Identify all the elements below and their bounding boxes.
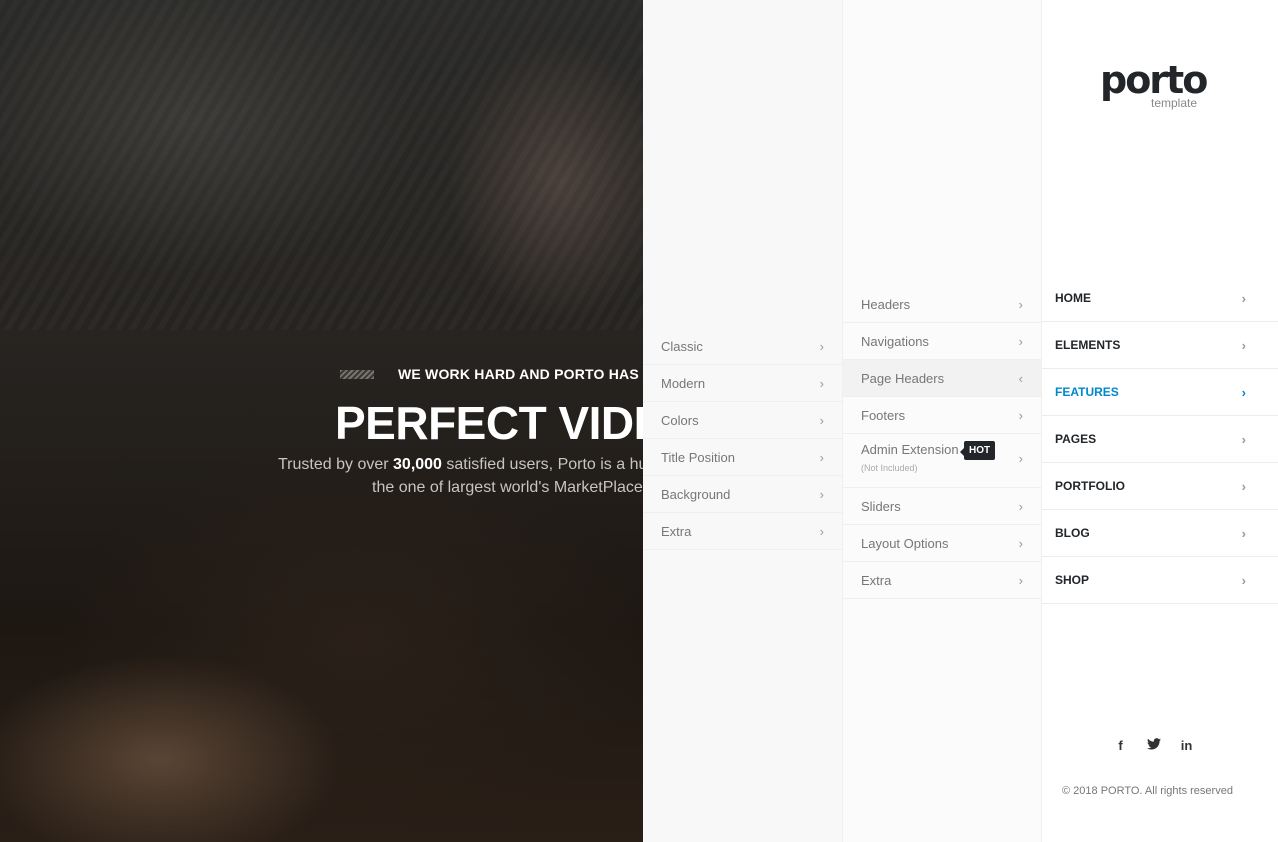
- submenu-level3-list: Classic › Modern › Colors › Title Position ›…: [643, 328, 842, 550]
- menu-item-label-wrap: Admin Extension (Not Included): [861, 442, 959, 473]
- menu-item-label: Layout Options: [861, 535, 949, 551]
- chevron-right-icon: ›: [1241, 290, 1246, 306]
- tagline-post: satisfied users, Porto is a hu: [446, 456, 648, 473]
- menu-item-label: PAGES: [1055, 432, 1097, 446]
- decorative-stripe-icon: [340, 369, 374, 379]
- menu-item-label: Classic: [661, 338, 703, 354]
- submenu-item-sliders[interactable]: Sliders ›: [843, 488, 1041, 525]
- menu-item-label: Admin Extension: [861, 442, 959, 457]
- menu-item-label: Colors: [661, 412, 699, 428]
- chevron-right-icon: ›: [819, 412, 824, 428]
- facebook-icon[interactable]: f: [1112, 738, 1129, 753]
- menu-item-label: Page Headers: [861, 370, 945, 386]
- menu-item-portfolio[interactable]: PORTFOLIO ›: [1042, 463, 1278, 510]
- submenu-item-admin-extension[interactable]: Admin Extension (Not Included) HOT ›: [843, 434, 1041, 488]
- menu-item-label: Navigations: [861, 333, 929, 349]
- chevron-right-icon: ›: [1018, 572, 1023, 588]
- menu-item-label: Modern: [661, 375, 706, 391]
- menu-item-label: Footers: [861, 407, 906, 423]
- menu-item-label: ELEMENTS: [1055, 338, 1121, 352]
- menu-item-elements[interactable]: ELEMENTS ›: [1042, 322, 1278, 369]
- hero-content: WE WORK HARD AND PORTO HAS PERFECT VIDEO…: [0, 0, 700, 842]
- tagline-line2: the one of largest world's MarketPlace: [372, 479, 643, 496]
- menu-item-home[interactable]: HOME ›: [1042, 275, 1278, 322]
- menu-item-label: HOME: [1055, 291, 1091, 305]
- chevron-right-icon: ›: [1018, 407, 1023, 423]
- main-menu-list: HOME › ELEMENTS › FEATURES › PAGES › PORTFOL…: [1042, 275, 1278, 604]
- chevron-right-icon: ›: [1018, 535, 1023, 551]
- submenu-item-navigations[interactable]: Navigations ›: [843, 323, 1041, 360]
- social-links: f in: [1112, 738, 1195, 753]
- submenu-level3-panel: Classic › Modern › Colors › Title Position ›…: [643, 0, 843, 842]
- submenu-item-extra[interactable]: Extra ›: [843, 562, 1041, 599]
- submenu-item-extra[interactable]: Extra ›: [643, 513, 842, 550]
- submenu-item-colors[interactable]: Colors ›: [643, 402, 842, 439]
- chevron-right-icon: ›: [1241, 431, 1246, 447]
- submenu-item-classic[interactable]: Classic ›: [643, 328, 842, 365]
- submenu-item-background[interactable]: Background ›: [643, 476, 842, 513]
- submenu-level2-panel: Headers › Navigations › Page Headers ‹ Foot…: [843, 0, 1042, 842]
- tagline-count: 30,000: [393, 456, 442, 473]
- chevron-right-icon: ›: [1241, 525, 1246, 541]
- chevron-left-icon: ‹: [1018, 370, 1023, 386]
- menu-item-label: Extra: [861, 572, 892, 588]
- chevron-right-icon: ›: [1241, 384, 1246, 400]
- menu-item-shop[interactable]: SHOP ›: [1042, 557, 1278, 604]
- submenu-item-headers[interactable]: Headers ›: [843, 286, 1041, 323]
- submenu-item-footers[interactable]: Footers ›: [843, 397, 1041, 434]
- submenu-item-modern[interactable]: Modern ›: [643, 365, 842, 402]
- chevron-right-icon: ›: [1018, 333, 1023, 349]
- menu-item-label: Background: [661, 486, 731, 502]
- chevron-right-icon: ›: [1241, 337, 1246, 353]
- chevron-right-icon: ›: [819, 449, 824, 465]
- porto-logo[interactable]: porto template: [1100, 60, 1210, 110]
- hot-badge: HOT: [959, 441, 996, 460]
- menu-item-label: BLOG: [1055, 526, 1090, 540]
- logo-text: porto: [1100, 58, 1208, 102]
- submenu-item-title-position[interactable]: Title Position ›: [643, 439, 842, 476]
- submenu-item-page-headers[interactable]: Page Headers ‹: [843, 360, 1041, 397]
- menu-item-label: Title Position: [661, 449, 735, 465]
- menu-item-blog[interactable]: BLOG ›: [1042, 510, 1278, 557]
- chevron-right-icon: ›: [1241, 478, 1246, 494]
- chevron-right-icon: ›: [1241, 572, 1246, 588]
- menu-item-label: PORTFOLIO: [1055, 479, 1125, 493]
- copyright-text: © 2018 PORTO. All rights reserved: [1062, 785, 1233, 797]
- chevron-right-icon: ›: [1018, 451, 1023, 466]
- menu-item-label: Headers: [861, 296, 911, 312]
- chevron-right-icon: ›: [1018, 498, 1023, 514]
- chevron-right-icon: ›: [819, 486, 824, 502]
- twitter-icon[interactable]: [1145, 738, 1162, 753]
- menu-item-label: SHOP: [1055, 573, 1090, 587]
- menu-item-label: FEATURES: [1055, 385, 1119, 399]
- main-side-menu: HOME › ELEMENTS › FEATURES › PAGES › PORTFOL…: [1042, 0, 1278, 842]
- submenu-item-layout-options[interactable]: Layout Options ›: [843, 525, 1041, 562]
- submenu-level2-list: Headers › Navigations › Page Headers ‹ Foot…: [843, 286, 1041, 599]
- chevron-right-icon: ›: [819, 338, 824, 354]
- linkedin-icon[interactable]: in: [1178, 738, 1195, 753]
- menu-item-label: Extra: [661, 523, 692, 539]
- hero-subtitle: WE WORK HARD AND PORTO HAS: [398, 366, 639, 382]
- twitter-bird-svg: [1146, 738, 1161, 750]
- logo-subtext: template: [1151, 96, 1198, 110]
- chevron-right-icon: ›: [819, 523, 824, 539]
- menu-item-label: Sliders: [861, 498, 901, 514]
- chevron-right-icon: ›: [1018, 296, 1023, 312]
- menu-item-features[interactable]: FEATURES ›: [1042, 369, 1278, 416]
- tagline-pre: Trusted by over: [278, 456, 389, 473]
- hero-subtitle-row: WE WORK HARD AND PORTO HAS: [340, 366, 639, 382]
- menu-item-note: (Not Included): [861, 463, 918, 473]
- menu-item-pages[interactable]: PAGES ›: [1042, 416, 1278, 463]
- chevron-right-icon: ›: [819, 375, 824, 391]
- hero-tagline: Trusted by over 30,000 satisfied users, …: [278, 453, 647, 499]
